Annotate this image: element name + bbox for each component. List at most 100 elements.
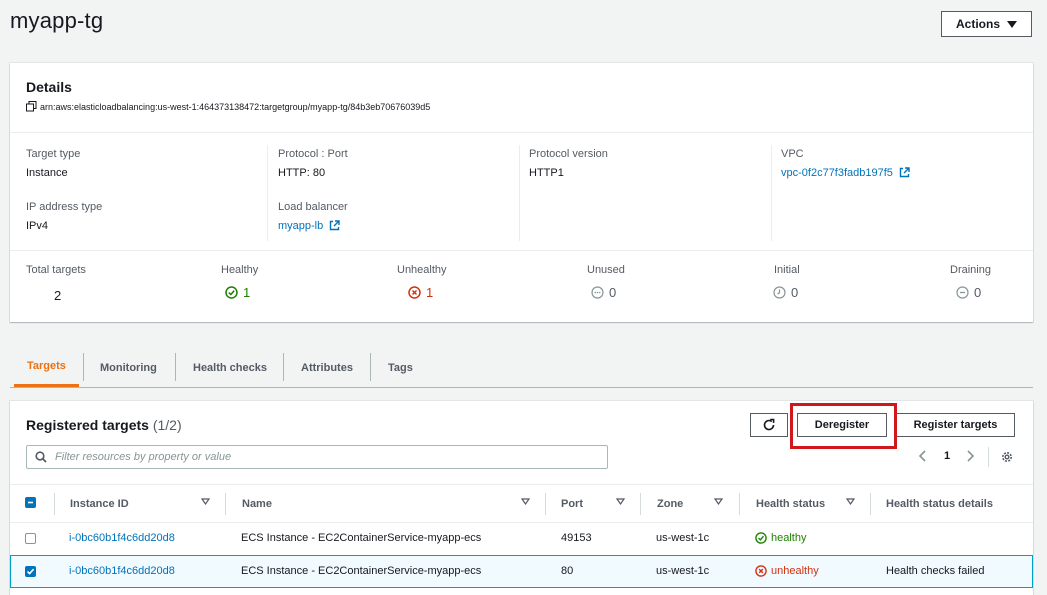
- health-status: healthy: [755, 532, 806, 544]
- port-value: 49153: [561, 532, 592, 544]
- divider: [771, 145, 772, 241]
- actions-button[interactable]: Actions: [941, 11, 1032, 37]
- divider: [870, 493, 871, 515]
- minus-circle-icon: [956, 286, 969, 299]
- instance-name: ECS Instance - EC2ContainerService-myapp…: [241, 532, 482, 544]
- divider: [83, 353, 84, 381]
- instance-id-link[interactable]: i-0bc60b1f4c6dd20d8: [69, 565, 175, 577]
- unused-label: Unused: [587, 264, 625, 276]
- ip-type-value: IPv4: [26, 220, 49, 232]
- tab-tags[interactable]: Tags: [388, 348, 413, 387]
- vpc-link[interactable]: vpc-0f2c77f3fadb197f5: [781, 167, 910, 179]
- divider: [988, 447, 989, 467]
- column-header-health-status[interactable]: Health status: [756, 485, 825, 522]
- unhealthy-count: 1: [408, 285, 433, 300]
- search-icon: [35, 451, 47, 463]
- sort-caret-icon[interactable]: [714, 498, 723, 505]
- health-status-details: Health checks failed: [886, 565, 985, 577]
- divider: [640, 493, 641, 515]
- row-checkbox[interactable]: [25, 566, 36, 577]
- copy-icon[interactable]: [26, 101, 37, 112]
- page-title: myapp-tg: [10, 8, 104, 33]
- deregister-highlight-box: [790, 403, 897, 449]
- tab-bar: Targets Monitoring Health checks Attribu…: [10, 348, 1033, 388]
- divider: [519, 145, 520, 241]
- register-targets-button[interactable]: Register targets: [896, 413, 1015, 437]
- column-header-zone[interactable]: Zone: [657, 485, 683, 522]
- unused-count: 0: [591, 285, 616, 300]
- refresh-icon: [763, 418, 775, 431]
- arn-text: arn:aws:elasticloadbalancing:us-west-1:4…: [40, 101, 431, 112]
- target-type-value: Instance: [26, 167, 68, 179]
- unhealthy-label: Unhealthy: [397, 264, 447, 276]
- filter-input-box[interactable]: [26, 445, 608, 469]
- column-header-health-status-details[interactable]: Health status details: [886, 485, 993, 522]
- filter-input[interactable]: [53, 450, 573, 464]
- x-circle-icon: [408, 286, 421, 299]
- zone-value: us-west-1c: [656, 532, 710, 544]
- healthy-count: 1: [225, 285, 250, 300]
- health-status: unhealthy: [755, 565, 819, 577]
- initial-label: Initial: [774, 264, 800, 276]
- vpc-label: VPC: [781, 148, 804, 160]
- divider: [225, 493, 226, 515]
- check-circle-icon: [755, 532, 767, 544]
- selection-count: (1/2): [152, 417, 182, 433]
- actions-label: Actions: [955, 17, 1000, 31]
- next-page-icon[interactable]: [965, 450, 975, 465]
- tab-attributes[interactable]: Attributes: [301, 348, 353, 387]
- registered-targets-heading: Registered targets (1/2): [26, 417, 182, 433]
- details-heading: Details: [26, 79, 72, 95]
- divider: [267, 145, 268, 241]
- settings-gear-icon[interactable]: [1000, 450, 1014, 467]
- zone-value: us-west-1c: [656, 565, 710, 577]
- healthy-label: Healthy: [221, 264, 259, 276]
- draining-label: Draining: [950, 264, 991, 276]
- divider: [10, 484, 1033, 485]
- divider: [739, 493, 740, 515]
- protocol-port-value: HTTP: 80: [278, 167, 326, 179]
- tab-health-checks[interactable]: Health checks: [193, 348, 267, 387]
- divider: [10, 132, 1033, 133]
- sort-caret-icon[interactable]: [616, 498, 625, 505]
- port-value: 80: [561, 565, 574, 577]
- arn-row: arn:aws:elasticloadbalancing:us-west-1:4…: [26, 101, 430, 112]
- clock-icon: [773, 286, 786, 299]
- total-targets-label: Total targets: [26, 264, 86, 276]
- table-row[interactable]: i-0bc60b1f4c6dd20d8 ECS Instance - EC2Co…: [10, 523, 1033, 555]
- divider: [545, 493, 546, 515]
- ip-type-label: IP address type: [26, 201, 103, 213]
- target-type-label: Target type: [26, 148, 81, 160]
- protocol-port-label: Protocol : Port: [278, 148, 348, 160]
- draining-count: 0: [956, 285, 981, 300]
- instance-id-link[interactable]: i-0bc60b1f4c6dd20d8: [69, 532, 175, 544]
- tab-targets[interactable]: Targets: [14, 348, 79, 387]
- column-header-instance-id[interactable]: Instance ID: [70, 485, 129, 522]
- refresh-button[interactable]: [750, 413, 788, 437]
- tab-monitoring[interactable]: Monitoring: [100, 348, 157, 387]
- column-header-name[interactable]: Name: [242, 485, 272, 522]
- select-all-checkbox[interactable]: [25, 497, 36, 508]
- page-number[interactable]: 1: [944, 450, 950, 462]
- divider: [283, 353, 284, 381]
- caret-down-icon: [1007, 20, 1017, 28]
- table-row[interactable]: i-0bc60b1f4c6dd20d8 ECS Instance - EC2Co…: [10, 555, 1033, 588]
- sort-caret-icon[interactable]: [846, 498, 855, 505]
- ellipsis-circle-icon: [591, 286, 604, 299]
- protocol-version-value: HTTP1: [529, 167, 564, 179]
- initial-count: 0: [773, 285, 798, 300]
- divider: [370, 353, 371, 381]
- external-link-icon: [330, 220, 341, 231]
- check-circle-icon: [225, 286, 238, 299]
- sort-caret-icon[interactable]: [521, 498, 530, 505]
- sort-caret-icon[interactable]: [201, 498, 210, 505]
- x-circle-icon: [755, 565, 767, 577]
- load-balancer-link[interactable]: myapp-lb: [278, 220, 341, 232]
- external-link-icon: [899, 167, 910, 178]
- details-panel: Details arn:aws:elasticloadbalancing:us-…: [10, 63, 1033, 322]
- row-checkbox[interactable]: [25, 533, 36, 544]
- prev-page-icon[interactable]: [918, 450, 928, 465]
- column-header-port[interactable]: Port: [561, 485, 583, 522]
- protocol-version-label: Protocol version: [529, 148, 608, 160]
- divider: [175, 353, 176, 381]
